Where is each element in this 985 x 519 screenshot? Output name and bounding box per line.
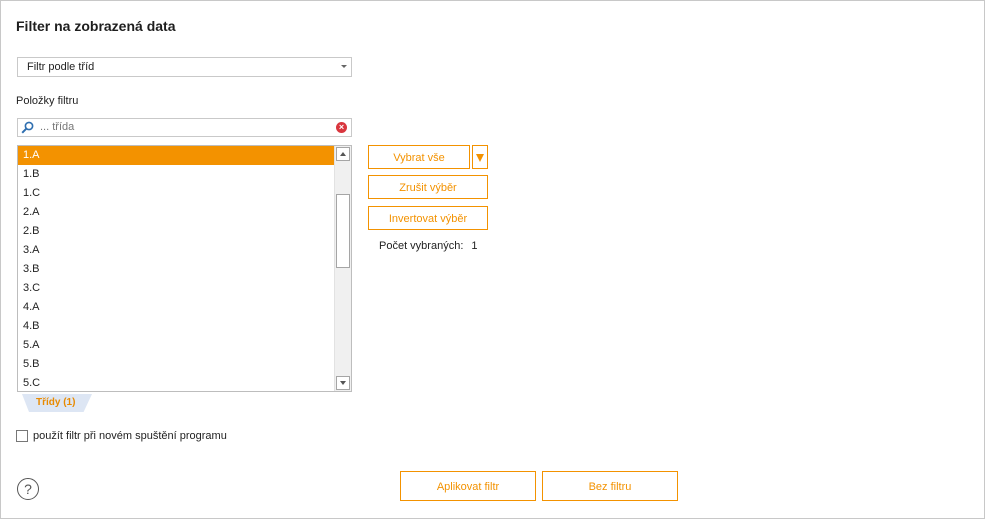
scroll-down-button[interactable]	[336, 376, 350, 390]
filter-type-value: Filtr podle tříd	[27, 61, 95, 73]
help-icon[interactable]: ?	[17, 478, 39, 500]
tab-classes[interactable]: Třídy (1)	[22, 394, 92, 412]
remember-filter-checkbox[interactable]	[16, 430, 28, 442]
list-item[interactable]: 5.B	[18, 355, 334, 374]
tab-label: Třídy (1)	[36, 397, 76, 408]
remember-filter-label: použít filtr při novém spuštění programu	[33, 430, 227, 442]
filter-items-list[interactable]: 1.A 1.B 1.C 2.A 2.B 3.A 3.B 3.C 4.A 4.B 5.A 5.B 5.C	[17, 145, 352, 392]
filter-items-label: Položky filtru	[16, 95, 79, 107]
invert-selection-button[interactable]: Invertovat výběr	[368, 206, 488, 230]
list-item[interactable]: 1.A	[18, 146, 334, 165]
list-item[interactable]: 1.B	[18, 165, 334, 184]
clear-search-icon[interactable]: ×	[336, 122, 347, 133]
list-item[interactable]: 3.A	[18, 241, 334, 260]
list-scrollbar[interactable]	[334, 146, 351, 391]
scroll-thumb[interactable]	[336, 194, 350, 268]
arrow-down-icon	[340, 381, 346, 385]
select-all-dropdown-button[interactable]	[472, 145, 488, 169]
triangle-down-icon	[476, 154, 484, 162]
arrow-up-icon	[340, 152, 346, 156]
list-item[interactable]: 2.A	[18, 203, 334, 222]
search-input[interactable]: ... třída ×	[17, 118, 352, 137]
scroll-up-button[interactable]	[336, 147, 350, 161]
filter-type-dropdown[interactable]: Filtr podle tříd	[17, 57, 352, 77]
apply-filter-button[interactable]: Aplikovat filtr	[400, 471, 536, 501]
selected-count-value: 1	[471, 240, 478, 252]
clear-selection-button[interactable]: Zrušit výběr	[368, 175, 488, 199]
dialog-title: Filter na zobrazená data	[16, 18, 176, 34]
no-filter-button[interactable]: Bez filtru	[542, 471, 678, 501]
list-item[interactable]: 5.A	[18, 336, 334, 355]
list-item[interactable]: 4.A	[18, 298, 334, 317]
list-item[interactable]: 2.B	[18, 222, 334, 241]
chevron-down-icon	[341, 65, 347, 68]
list-item[interactable]: 4.B	[18, 317, 334, 336]
list-item[interactable]: 3.B	[18, 260, 334, 279]
selected-count: Počet vybraných: 1	[379, 240, 478, 252]
selected-count-label: Počet vybraných:	[379, 240, 464, 252]
search-placeholder: ... třída	[40, 121, 75, 133]
list-item[interactable]: 1.C	[18, 184, 334, 203]
list-item[interactable]: 3.C	[18, 279, 334, 298]
list-rows: 1.A 1.B 1.C 2.A 2.B 3.A 3.B 3.C 4.A 4.B 5.A 5.B 5.C	[18, 146, 334, 391]
search-icon	[21, 121, 34, 134]
list-item[interactable]: 5.C	[18, 374, 334, 391]
select-all-button[interactable]: Vybrat vše	[368, 145, 470, 169]
